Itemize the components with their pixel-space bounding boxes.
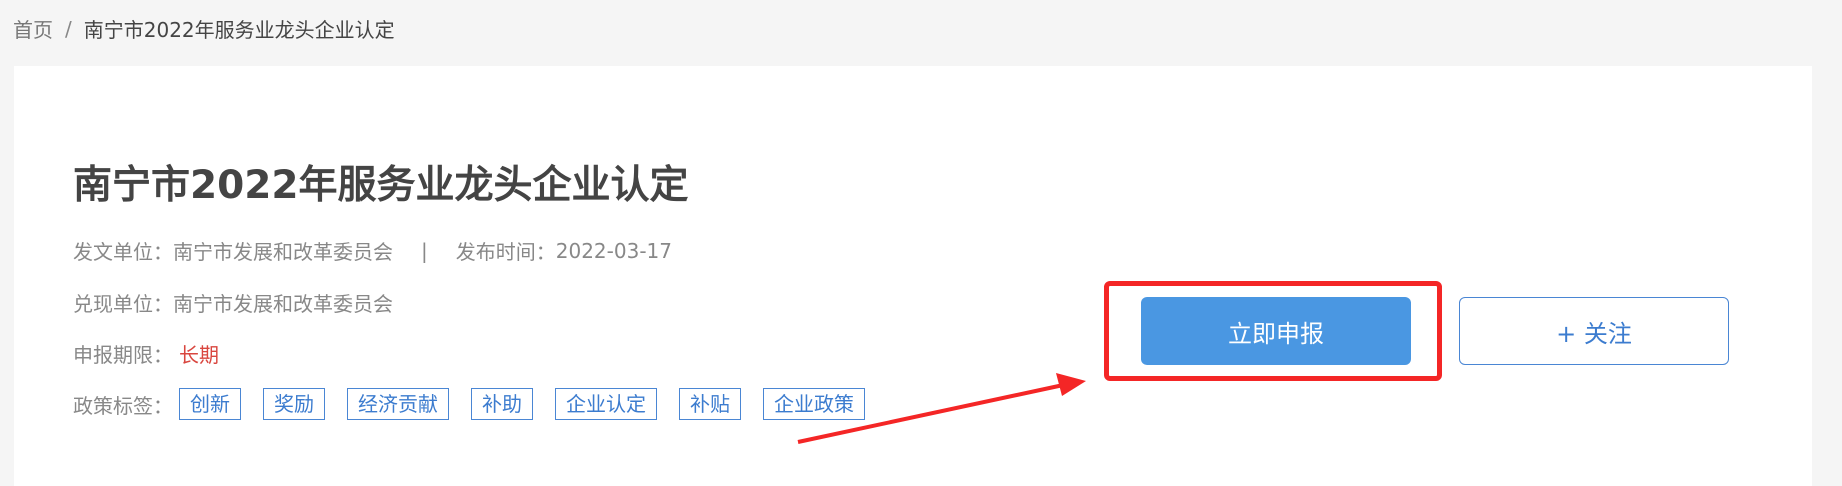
meta-cash-row: 兑现单位： 南宁市发展和改革委员会 (73, 288, 393, 317)
publish-date: 2022-03-17 (555, 238, 672, 263)
cash-unit-label: 兑现单位： (73, 292, 173, 316)
tags-label: 政策标签： (73, 393, 173, 418)
follow-button[interactable]: + 关注 (1459, 297, 1729, 365)
apply-now-button[interactable]: 立即申报 (1141, 297, 1411, 365)
tag-enterprise-certification[interactable]: 企业认定 (555, 388, 657, 420)
breadcrumb-home-link[interactable]: 首页 (13, 14, 53, 43)
breadcrumb-current: 南宁市2022年服务业龙头企业认定 (83, 18, 395, 42)
cash-unit-value: 南宁市发展和改革委员会 (173, 292, 393, 316)
tag-enterprise-policy[interactable]: 企业政策 (763, 388, 865, 420)
page-title: 南宁市2022年服务业龙头企业认定 (73, 163, 689, 208)
tag-list: 创新 奖励 经济贡献 补助 企业认定 补贴 企业政策 (179, 388, 887, 420)
meta-deadline-row: 申报期限： 长期 (73, 339, 219, 368)
tag-innovation[interactable]: 创新 (179, 388, 241, 420)
tag-allowance[interactable]: 补贴 (679, 388, 741, 420)
policy-card: 南宁市2022年服务业龙头企业认定 发文单位： 南宁市发展和改革委员会 | 发布… (14, 66, 1812, 486)
tag-reward[interactable]: 奖励 (263, 388, 325, 420)
breadcrumb: 首页 / 南宁市2022年服务业龙头企业认定 (13, 14, 395, 43)
deadline-label: 申报期限： (73, 343, 173, 367)
meta-tags-row: 政策标签： 创新 奖励 经济贡献 补助 企业认定 补贴 企业政策 (73, 388, 887, 420)
meta-issuer-row: 发文单位： 南宁市发展和改革委员会 | 发布时间： 2022-03-17 (73, 236, 672, 265)
tag-economic-contribution[interactable]: 经济贡献 (347, 388, 449, 420)
meta-divider: | (421, 238, 428, 263)
publish-label: 发布时间： (455, 240, 556, 264)
deadline-value: 长期 (179, 343, 219, 367)
issuer-value: 南宁市发展和改革委员会 (173, 240, 393, 264)
tag-subsidy[interactable]: 补助 (471, 388, 533, 420)
breadcrumb-separator: / (65, 16, 72, 41)
issuer-label: 发文单位： (73, 240, 173, 264)
